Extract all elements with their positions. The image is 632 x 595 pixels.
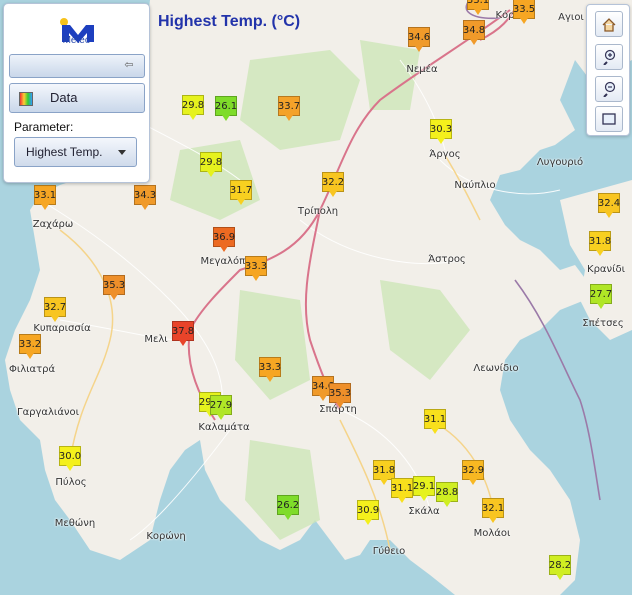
temperature-marker[interactable]: 30.3	[430, 119, 452, 144]
back-arrow-icon[interactable]: ⇦	[122, 59, 136, 71]
place-label: Σκάλα	[408, 506, 440, 517]
control-panel: Meteo ⇦ Data Parameter: Highest Temp.	[3, 3, 150, 183]
palette-icon	[19, 92, 33, 106]
logo-text: Meteo	[62, 35, 91, 46]
place-label: Τρίπολη	[297, 206, 339, 217]
temperature-marker[interactable]: 33.3	[245, 256, 267, 281]
place-label: Λυγουριό	[536, 157, 584, 168]
home-button[interactable]	[595, 11, 623, 37]
temperature-marker[interactable]: 35.3	[329, 383, 351, 408]
temperature-marker[interactable]: 33.2	[19, 334, 41, 359]
temperature-marker[interactable]: 34.6	[408, 27, 430, 52]
zoom-extent-button[interactable]	[595, 106, 623, 132]
temperature-marker[interactable]: 31.1	[391, 478, 413, 503]
temperature-marker[interactable]: 27.9	[210, 395, 232, 420]
temperature-marker[interactable]: 33.1	[34, 185, 56, 210]
zoom-in-button[interactable]	[595, 44, 623, 70]
temperature-marker[interactable]: 33.7	[278, 96, 300, 121]
place-label: Κόρ	[495, 10, 515, 21]
temperature-marker[interactable]: 31.8	[589, 231, 611, 256]
zoom-in-icon	[603, 49, 616, 65]
place-label: Γύθειο	[372, 546, 406, 557]
place-label: Πύλος	[55, 477, 87, 488]
temperature-marker[interactable]: 34.3	[134, 185, 156, 210]
place-label: Φιλιατρά	[8, 364, 56, 375]
place-label: Σπέτσες	[582, 318, 624, 329]
temperature-marker[interactable]: 32.9	[462, 460, 484, 485]
temperature-marker[interactable]: 32.7	[44, 297, 66, 322]
place-label: Άστρος	[428, 254, 466, 265]
temperature-marker[interactable]: 32.1	[482, 498, 504, 523]
place-label: Νεμέα	[406, 64, 438, 75]
temperature-marker[interactable]: 26.1	[215, 96, 237, 121]
place-label: Μελι	[144, 334, 168, 345]
place-label: Κορώνη	[146, 531, 186, 542]
map-toolbar	[586, 4, 630, 136]
parameter-select-value: Highest Temp.	[26, 145, 103, 159]
temperature-marker[interactable]: 26.2	[277, 495, 299, 520]
temperature-marker[interactable]: 31.7	[230, 180, 252, 205]
temperature-marker[interactable]: 37.8	[172, 321, 194, 346]
data-button-label: Data	[50, 90, 78, 105]
temperature-marker[interactable]: 29.8	[200, 152, 222, 177]
home-icon	[602, 17, 616, 32]
time-slider[interactable]: ⇦	[9, 54, 145, 78]
zoom-out-icon	[603, 81, 616, 97]
temperature-marker[interactable]: 33.5	[513, 0, 535, 24]
place-label: Καλαμάτα	[198, 422, 250, 433]
zoom-out-button[interactable]	[595, 76, 623, 102]
parameter-select[interactable]: Highest Temp.	[14, 137, 137, 167]
temperature-marker[interactable]: 27.7	[590, 284, 612, 309]
place-label: Αγιοι	[558, 12, 584, 23]
place-label: Λεωνίδιο	[473, 363, 519, 374]
place-label: Μολάοι	[473, 528, 511, 539]
temperature-marker[interactable]: 28.2	[549, 555, 571, 580]
temperature-marker[interactable]: 32.4	[598, 193, 620, 218]
chevron-down-icon	[118, 150, 126, 155]
temperature-marker[interactable]: 33.1	[467, 0, 489, 15]
temperature-marker[interactable]: 29.8	[182, 95, 204, 120]
place-label: Κρανίδι	[587, 264, 625, 275]
temperature-marker[interactable]: 30.9	[357, 500, 379, 525]
fullscreen-icon	[602, 113, 616, 125]
temperature-marker[interactable]: 31.8	[373, 460, 395, 485]
data-button[interactable]: Data	[9, 83, 145, 113]
temperature-marker[interactable]: 34.8	[463, 20, 485, 45]
temperature-marker[interactable]: 35.3	[103, 275, 125, 300]
temperature-marker[interactable]: 36.9	[213, 227, 235, 252]
place-label: Κυπαρισσία	[33, 323, 91, 334]
place-label: Γαργαλιάνοι	[16, 407, 80, 418]
place-label: Άργος	[429, 149, 461, 160]
parameter-label: Parameter:	[14, 120, 74, 134]
temperature-marker[interactable]: 33.3	[259, 357, 281, 382]
place-label: Ναύπλιο	[454, 180, 496, 191]
temperature-marker[interactable]: 28.8	[436, 482, 458, 507]
temperature-marker[interactable]: 30.0	[59, 446, 81, 471]
temperature-marker[interactable]: 31.1	[424, 409, 446, 434]
temperature-marker[interactable]: 32.2	[322, 172, 344, 197]
temperature-marker[interactable]: 29.1	[413, 476, 435, 501]
map-title: Highest Temp. (°C)	[158, 13, 301, 30]
place-label: Ζαχάρω	[32, 219, 74, 230]
place-label: Μεθώνη	[54, 518, 96, 529]
